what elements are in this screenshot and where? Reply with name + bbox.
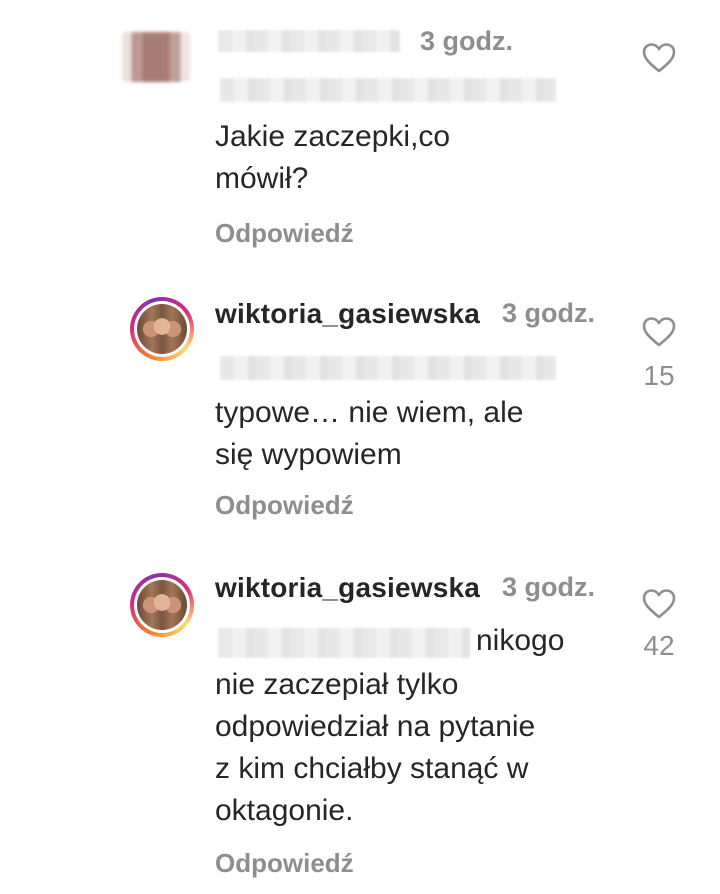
username[interactable]: wiktoria_gasiewska: [215, 298, 480, 330]
avatar[interactable]: [130, 573, 194, 637]
avatar-photo: [137, 304, 187, 354]
comment-text: Jakie zaczepki,co mówił?: [215, 120, 451, 195]
username-blurred[interactable]: [218, 30, 400, 52]
avatar-photo: [137, 580, 187, 630]
like-count[interactable]: 42: [634, 630, 684, 662]
mention-blurred[interactable]: [218, 628, 470, 658]
heart-outline-icon[interactable]: [642, 42, 676, 74]
mention-blurred[interactable]: [220, 78, 556, 102]
comment-time: 3 godz.: [502, 572, 595, 602]
heart-outline-icon[interactable]: [642, 588, 676, 620]
comment-text: nie zaczepiał tylko odpowiedział na pyta…: [215, 668, 536, 827]
comment-time: 3 godz.: [502, 298, 595, 328]
reply-button[interactable]: Odpowiedź: [215, 218, 354, 249]
avatar-border: [134, 301, 190, 357]
username[interactable]: wiktoria_gasiewska: [215, 572, 480, 604]
avatar[interactable]: [130, 297, 194, 361]
reply-button[interactable]: Odpowiedź: [215, 848, 354, 879]
heart-outline-icon[interactable]: [642, 316, 676, 348]
reply-button[interactable]: Odpowiedź: [215, 490, 354, 521]
mention-blurred[interactable]: [220, 356, 556, 380]
avatar-border: [134, 577, 190, 633]
like-count[interactable]: 15: [634, 360, 684, 392]
comment-time: 3 godz.: [420, 26, 513, 56]
comment-text: typowe… nie wiem, ale się wypowiem: [215, 396, 524, 471]
avatar-blurred[interactable]: [122, 32, 190, 82]
comment-text-first-line: nikogo: [476, 624, 565, 657]
